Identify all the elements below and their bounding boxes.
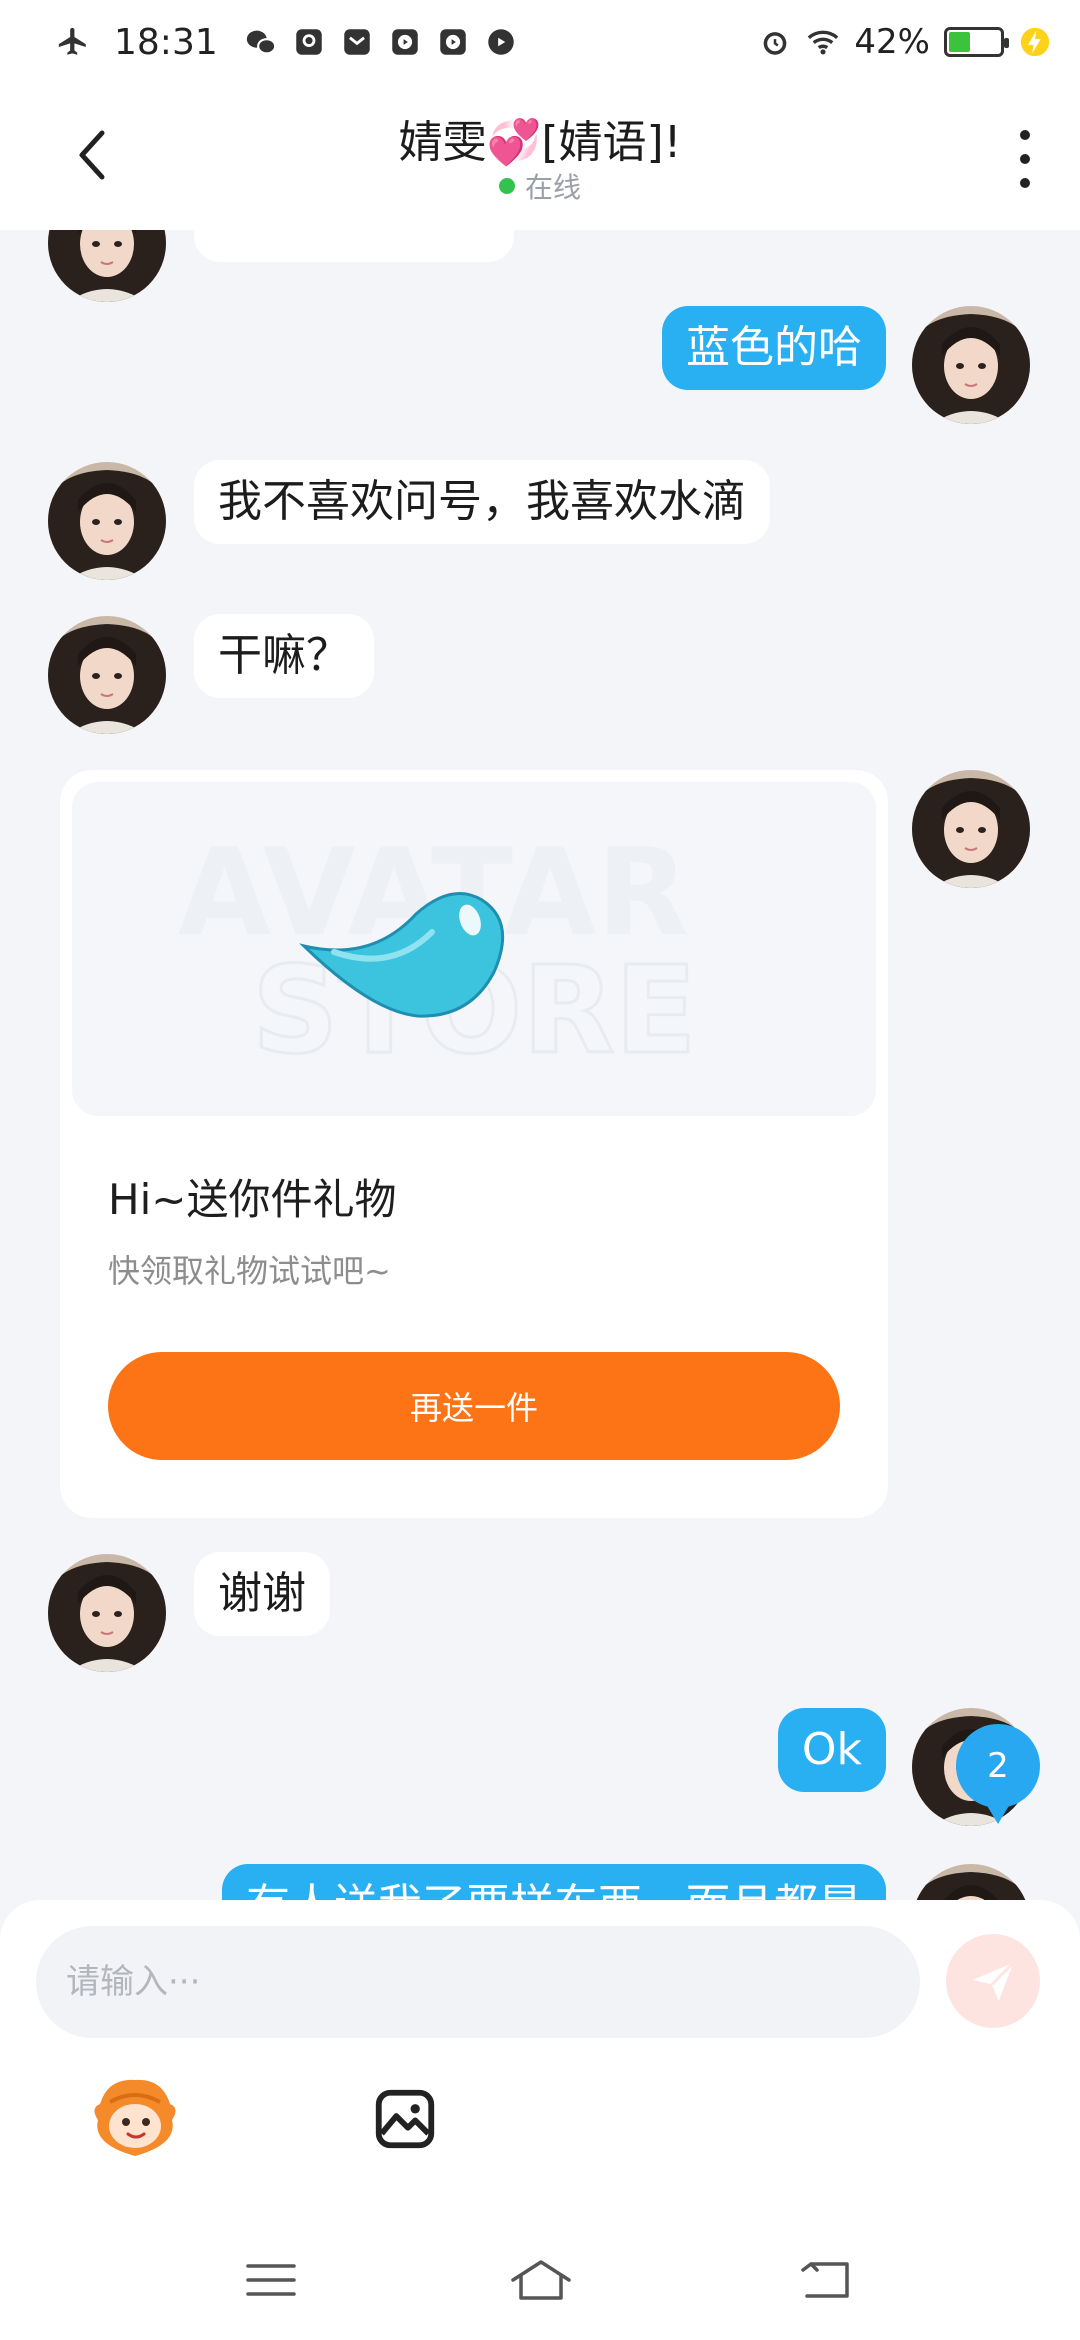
message-bubble-outgoing[interactable]: Ok — [777, 1708, 886, 1792]
online-status-label: 在线 — [524, 171, 581, 204]
wechat-icon — [244, 25, 278, 59]
more-options-button[interactable] — [1010, 124, 1040, 194]
status-bar: 18:31 42% — [0, 0, 1080, 84]
video-app-icon — [436, 25, 470, 59]
contact-avatar[interactable] — [48, 616, 166, 734]
menu-nav-button[interactable] — [236, 2250, 306, 2310]
chat-header: 婧雯💞[婧语]! 在线 — [0, 84, 1080, 230]
home-icon — [511, 2260, 571, 2300]
clock: 18:31 — [114, 21, 218, 63]
message-bubble-incoming[interactable]: 谢谢 — [194, 1552, 330, 1636]
message-input[interactable] — [36, 1926, 920, 2038]
contact-avatar[interactable] — [48, 230, 166, 302]
battery-level — [949, 32, 970, 52]
my-avatar[interactable] — [912, 1864, 1030, 1900]
message-bubble-incoming[interactable] — [194, 230, 514, 262]
battery-percent: 42% — [854, 22, 930, 62]
status-right: 42% — [758, 22, 1052, 62]
charging-icon — [1018, 25, 1052, 59]
contact-avatar[interactable] — [48, 1554, 166, 1672]
image-icon — [375, 2089, 435, 2149]
online-dot — [498, 178, 515, 194]
gift-image: AVATAR STORE — [72, 782, 876, 1116]
my-avatar[interactable] — [912, 770, 1030, 888]
airplane-icon — [56, 25, 90, 59]
message-bubble-incoming[interactable]: 干嘛？ — [194, 614, 374, 698]
back-arrow-icon — [801, 2262, 849, 2298]
gift-subtitle: 快领取礼物试试吧~ — [108, 1252, 391, 1290]
gift-card[interactable]: AVATAR STORE Hi~送你件礼物 快领取礼物试试吧~ 再送一件 — [60, 770, 888, 1518]
chat-app-icon — [484, 25, 518, 59]
qq-icon — [292, 25, 326, 59]
my-avatar[interactable] — [912, 306, 1030, 424]
cartoon-character-icon — [94, 2079, 176, 2156]
wifi-icon — [806, 25, 840, 59]
gift-title: Hi~送你件礼物 — [108, 1175, 397, 1224]
send-another-gift-button[interactable]: 再送一件 — [108, 1352, 840, 1460]
home-nav-button[interactable] — [506, 2250, 576, 2310]
video-app-icon — [388, 25, 422, 59]
image-button[interactable] — [360, 2074, 450, 2164]
online-status: 在线 — [0, 166, 1080, 206]
page-title: 婧雯💞[婧语]! — [398, 117, 682, 168]
battery-icon — [944, 27, 1009, 57]
send-icon — [972, 1962, 1015, 2002]
sticker-button[interactable] — [90, 2074, 180, 2164]
status-left: 18:31 — [56, 22, 518, 63]
mail-icon — [340, 25, 374, 59]
contact-avatar[interactable] — [48, 462, 166, 580]
message-bubble-outgoing[interactable]: 蓝色的哈 — [662, 306, 886, 390]
menu-icon — [246, 2264, 296, 2296]
back-nav-button[interactable] — [790, 2250, 860, 2310]
unread-count-badge[interactable]: 2 — [956, 1724, 1040, 1824]
message-bubble-outgoing[interactable]: 有人送我了要样东西，而且都是 — [222, 1864, 886, 1900]
send-button[interactable] — [946, 1934, 1040, 2028]
system-nav-bar — [0, 2220, 1080, 2340]
chat-messages[interactable]: 蓝色的哈 我不喜欢问号，我喜欢水滴 干嘛？ AVATAR STORE Hi~送你… — [0, 230, 1080, 1900]
message-bubble-incoming[interactable]: 我不喜欢问号，我喜欢水滴 — [194, 460, 770, 544]
alarm-icon — [758, 25, 792, 59]
